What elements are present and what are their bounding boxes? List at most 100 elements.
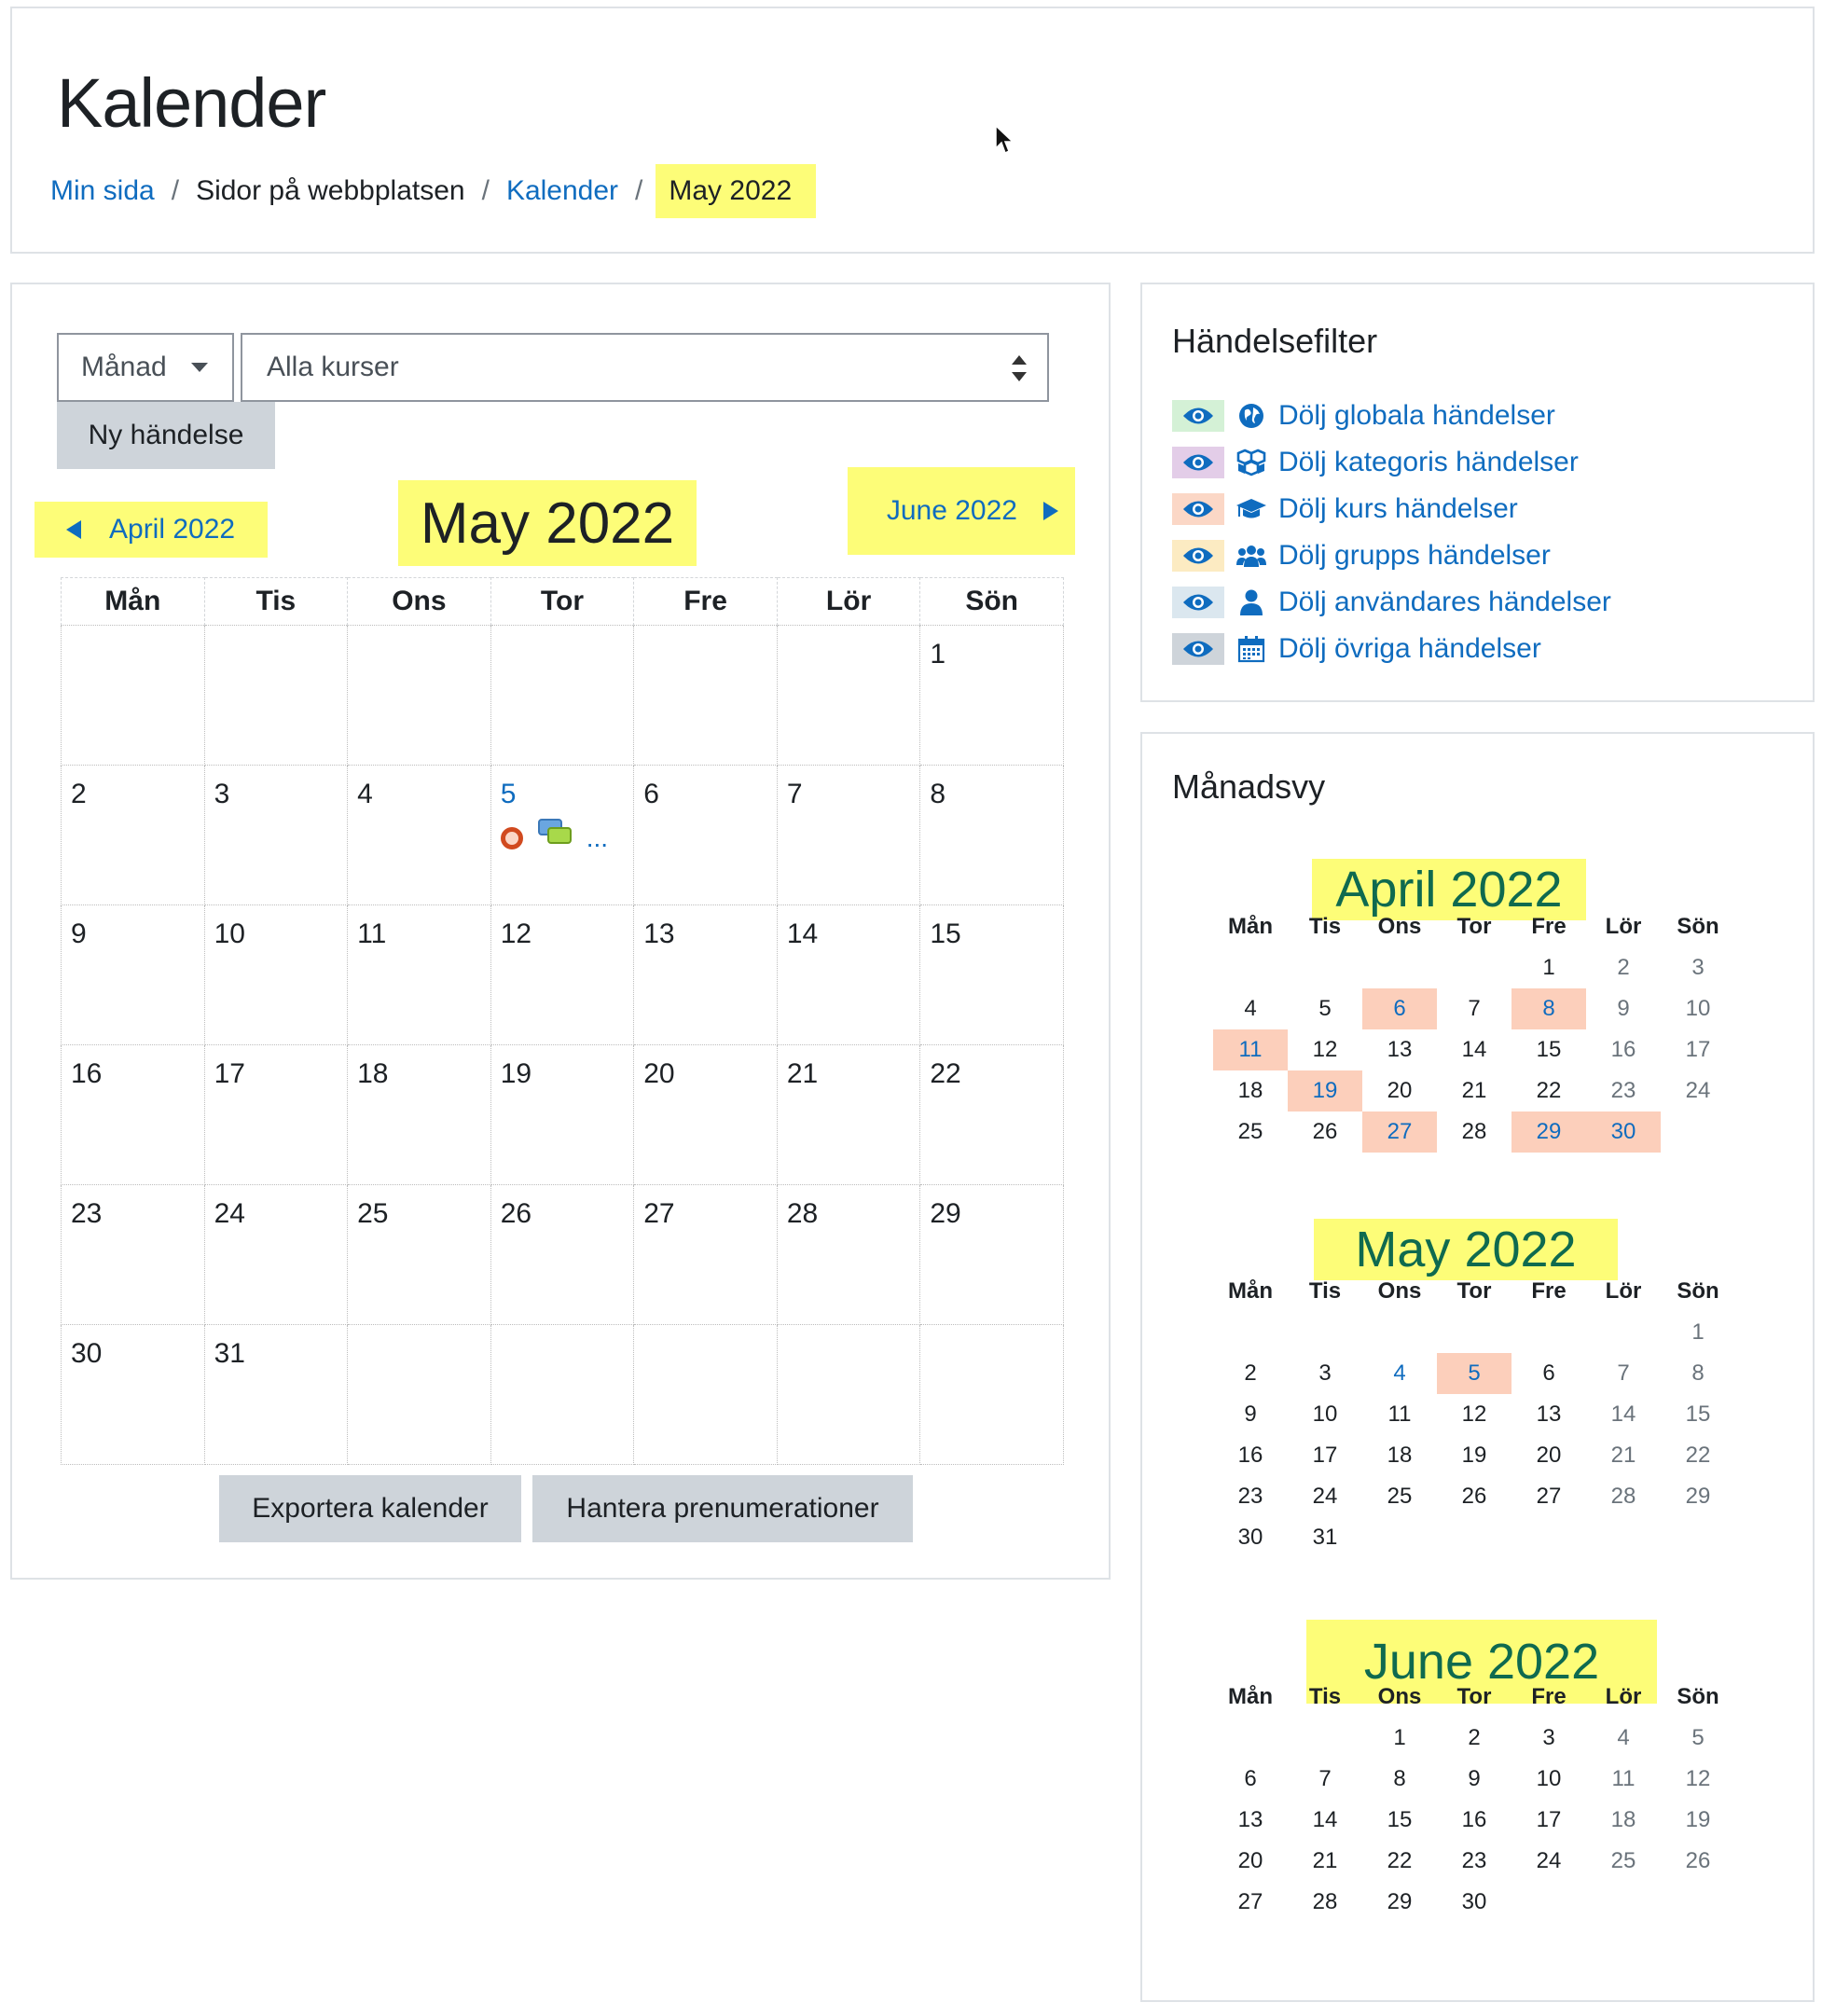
day-cell-21[interactable]: 21 [776,1044,921,1185]
week-row: 16 17 18 19 20 21 22 [61,1044,1064,1185]
mini-day-25: 25 [1387,1484,1413,1509]
day-cell-31[interactable]: 31 [203,1324,349,1465]
event-filter-label[interactable]: Dölj grupps händelser [1278,540,1551,572]
eye-icon[interactable] [1172,493,1224,525]
event-filter-list: Dölj globala händelser Dölj kategoris hän… [1172,393,1611,672]
day-cell-8[interactable]: 8 [919,765,1064,905]
day-cell-4[interactable]: 4 [347,765,491,905]
day-cell-10[interactable]: 10 [203,904,349,1045]
day-cell-12[interactable]: 12 [490,904,635,1045]
mini-day-7: 7 [1617,1360,1630,1386]
event-filter-item[interactable]: Dölj kategoris händelser [1172,439,1611,486]
event-filter-label[interactable]: Dölj globala händelser [1278,400,1555,432]
weekday-header: Lör [776,577,921,626]
day-cell-17[interactable]: 17 [203,1044,349,1185]
mini-day-2: 2 [1468,1725,1481,1750]
breadcrumb-kalender[interactable]: Kalender [506,175,618,207]
day-cell-6[interactable]: 6 [633,765,778,905]
mini-day-16: 16 [1237,1443,1263,1468]
day-number: 9 [71,918,87,949]
day-cell-13[interactable]: 13 [633,904,778,1045]
mini-empty-day [1661,1517,1735,1558]
day-cell-15[interactable]: 15 [919,904,1064,1045]
cubes-icon [1235,447,1267,478]
breadcrumb-min-sida[interactable]: Min sida [50,175,155,207]
event-filter-item[interactable]: Dölj kurs händelser [1172,486,1611,532]
event-filter-label[interactable]: Dölj kategoris händelser [1278,447,1579,478]
event-filter-label[interactable]: Dölj kurs händelser [1278,493,1518,525]
mouse-cursor-icon [995,124,1015,155]
event-icons: ... [500,814,634,853]
main-calendar-panel: Månad Alla kurser Ny händelse April 2022… [10,283,1111,1580]
day-cell-9[interactable]: 9 [61,904,205,1045]
mini-day-29: 29 [1685,1484,1711,1509]
mini-day-9: 9 [1617,996,1630,1021]
day-cell-14[interactable]: 14 [776,904,921,1045]
day-cell-11[interactable]: 11 [347,904,491,1045]
more-events-link[interactable]: ... [587,823,608,853]
mini-day-6[interactable]: 6 [1362,988,1437,1029]
next-month-link[interactable]: June 2022 [848,467,1075,555]
eye-icon[interactable] [1172,447,1224,478]
mini-day-30[interactable]: 30 [1586,1112,1661,1153]
day-number: 17 [214,1058,245,1089]
day-cell-20[interactable]: 20 [633,1044,778,1185]
mini-day-20: 20 [1387,1078,1413,1103]
event-filter-label[interactable]: Dölj användares händelser [1278,587,1611,618]
day-cell-7[interactable]: 7 [776,765,921,905]
day-cell-29[interactable]: 29 [919,1184,1064,1325]
mini-day-19[interactable]: 19 [1288,1070,1362,1112]
day-cell-22[interactable]: 22 [919,1044,1064,1185]
eye-icon[interactable] [1172,587,1224,618]
day-cell-2[interactable]: 2 [61,765,205,905]
assignment-event-icon[interactable] [500,827,523,849]
mini-day-5[interactable]: 5 [1437,1353,1511,1394]
event-filter-item[interactable]: Dölj övriga händelser [1172,626,1611,672]
eye-icon[interactable] [1172,400,1224,432]
mini-weekday: Tis [1308,1684,1342,1709]
day-cell-3[interactable]: 3 [203,765,349,905]
day-cell-5[interactable]: 5... [490,765,635,905]
event-filter-item[interactable]: Dölj användares händelser [1172,579,1611,626]
mini-day-13: 13 [1237,1807,1263,1832]
eye-icon[interactable] [1172,540,1224,572]
mini-day-5: 5 [1318,996,1332,1021]
mini-weekday: Sön [1677,914,1719,939]
mini-day-11[interactable]: 11 [1213,1029,1288,1070]
day-cell-24[interactable]: 24 [203,1184,349,1325]
view-select-dropdown[interactable]: Månad [57,333,234,402]
mini-day-29[interactable]: 29 [1511,1112,1586,1153]
event-filter-label[interactable]: Dölj övriga händelser [1278,633,1541,665]
forum-event-icon[interactable] [537,819,572,849]
day-number[interactable]: 5 [501,779,634,810]
day-cell-23[interactable]: 23 [61,1184,205,1325]
event-filter-item[interactable]: Dölj grupps händelser [1172,532,1611,579]
mini-day-3: 3 [1542,1725,1555,1750]
mini-day-4: 4 [1617,1725,1630,1750]
empty-day-cell [347,625,491,766]
day-cell-19[interactable]: 19 [490,1044,635,1185]
mini-day-27[interactable]: 27 [1362,1112,1437,1153]
day-cell-28[interactable]: 28 [776,1184,921,1325]
course-select[interactable]: Alla kurser [241,333,1049,402]
empty-day-cell [633,1324,778,1465]
day-cell-30[interactable]: 30 [61,1324,205,1465]
view-select-label: Månad [81,352,167,382]
day-cell-25[interactable]: 25 [347,1184,491,1325]
event-filter-item[interactable]: Dölj globala händelser [1172,393,1611,439]
mini-day-8[interactable]: 8 [1511,988,1586,1029]
new-event-button[interactable]: Ny händelse [57,402,275,469]
export-calendar-button[interactable]: Exportera kalender [219,1475,521,1542]
day-cell-1[interactable]: 1 [919,625,1064,766]
empty-day-cell [490,625,635,766]
eye-icon[interactable] [1172,633,1224,665]
mini-day-4[interactable]: 4 [1362,1353,1437,1394]
manage-subscriptions-button[interactable]: Hantera prenumerationer [532,1475,913,1542]
mini-day-12: 12 [1685,1766,1711,1791]
day-cell-18[interactable]: 18 [347,1044,491,1185]
day-cell-27[interactable]: 27 [633,1184,778,1325]
day-number: 14 [786,918,819,949]
day-cell-16[interactable]: 16 [61,1044,205,1185]
day-cell-26[interactable]: 26 [490,1184,635,1325]
prev-month-link[interactable]: April 2022 [35,502,268,558]
